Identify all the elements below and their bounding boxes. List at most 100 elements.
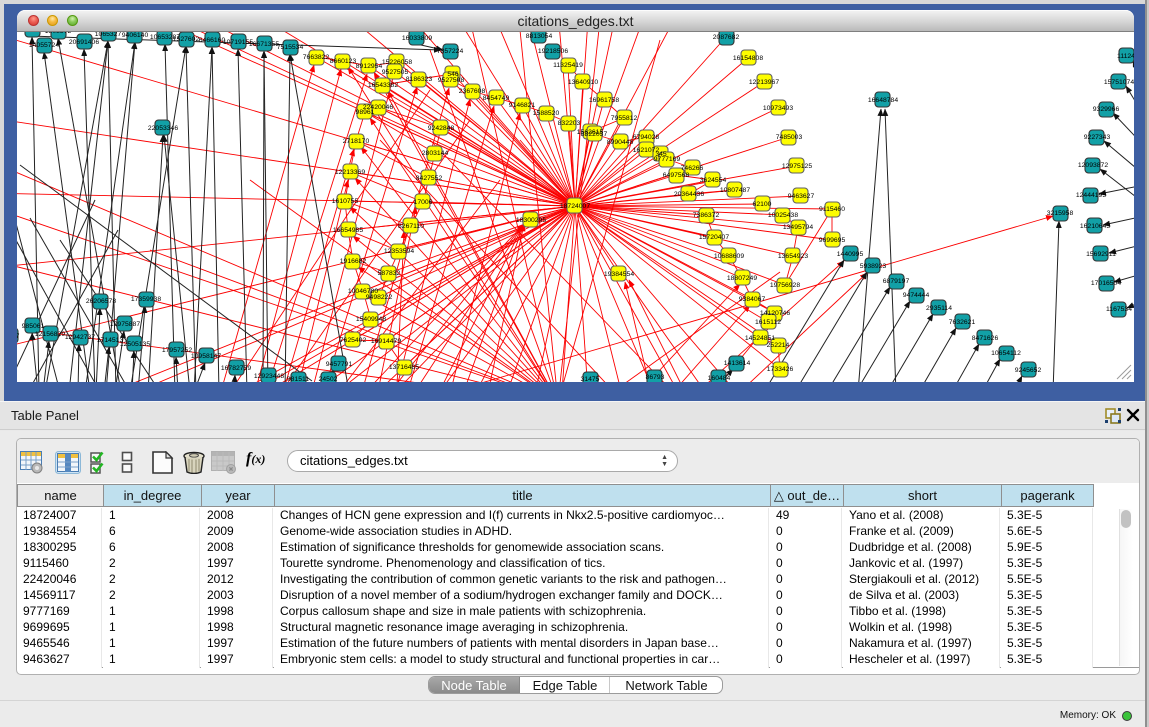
- svg-text:587832: 587832: [378, 270, 401, 277]
- svg-text:3624554: 3624554: [700, 177, 727, 184]
- svg-text:15692911: 15692911: [1086, 251, 1116, 258]
- svg-text:20364436: 20364436: [674, 191, 704, 198]
- svg-text:8990448: 8990448: [607, 139, 634, 146]
- svg-text:9463627: 9463627: [788, 193, 815, 200]
- svg-text:2087682: 2087682: [713, 34, 740, 41]
- svg-text:11124: 11124: [1117, 53, 1134, 60]
- svg-text:86793: 86793: [646, 374, 665, 381]
- svg-text:981511: 981511: [287, 376, 309, 382]
- svg-text:985061: 985061: [22, 323, 45, 330]
- svg-text:17006: 17006: [414, 199, 433, 206]
- svg-text:2803144: 2803144: [422, 150, 449, 157]
- svg-text:31475: 31475: [581, 376, 600, 382]
- svg-text:1916682: 1916682: [340, 258, 367, 265]
- svg-text:13640910: 13640910: [568, 79, 598, 86]
- svg-text:19384554: 19384554: [604, 271, 634, 278]
- svg-text:9777169: 9777169: [654, 156, 681, 163]
- svg-text:13495794: 13495794: [783, 224, 813, 231]
- svg-text:1610755: 1610755: [332, 198, 359, 205]
- svg-text:12923448: 12923448: [254, 373, 284, 380]
- svg-text:1065327: 1065327: [95, 32, 122, 38]
- svg-text:2367608: 2367608: [459, 88, 486, 95]
- svg-text:9498222: 9498222: [366, 294, 393, 301]
- svg-text:9329966: 9329966: [1093, 106, 1120, 113]
- svg-text:13716485: 13716485: [389, 364, 419, 371]
- svg-text:14055724: 14055724: [29, 42, 59, 49]
- svg-text:39107: 39107: [17, 333, 20, 340]
- svg-text:2404557: 2404557: [19, 32, 46, 34]
- svg-text:16654985: 16654985: [333, 227, 363, 234]
- svg-text:7632621: 7632621: [949, 319, 976, 326]
- svg-text:7857224: 7857224: [437, 48, 464, 55]
- svg-text:9245652: 9245652: [1015, 367, 1042, 374]
- svg-text:10688609: 10688609: [714, 253, 744, 260]
- svg-text:3215958: 3215958: [1047, 210, 1074, 217]
- svg-text:12444195: 12444195: [1076, 192, 1106, 199]
- svg-text:16210643: 16210643: [1080, 223, 1110, 230]
- svg-text:20691406: 20691406: [69, 39, 99, 46]
- svg-text:9146821: 9146821: [509, 102, 536, 109]
- svg-text:62100: 62100: [753, 201, 772, 208]
- svg-text:7485003: 7485003: [776, 134, 803, 141]
- svg-text:19218506: 19218506: [538, 48, 568, 55]
- svg-text:9527508: 9527508: [438, 77, 465, 84]
- svg-text:16033809: 16033809: [402, 35, 432, 42]
- svg-text:7955812: 7955812: [611, 115, 638, 122]
- svg-text:22053346: 22053346: [148, 125, 178, 132]
- svg-text:12975125: 12975125: [782, 163, 812, 170]
- svg-text:1167534: 1167534: [1106, 306, 1132, 313]
- svg-text:10973493: 10973493: [763, 105, 793, 112]
- svg-text:11325419: 11325419: [553, 62, 583, 69]
- svg-text:12942737: 12942737: [65, 334, 95, 341]
- svg-text:16648784: 16648784: [868, 97, 898, 104]
- svg-text:16154808: 16154808: [733, 55, 763, 62]
- svg-text:7386372: 7386372: [693, 212, 720, 219]
- svg-text:15751074: 15751074: [1104, 79, 1134, 86]
- svg-text:832203: 832203: [558, 120, 581, 127]
- svg-text:160484: 160484: [708, 375, 731, 382]
- svg-text:1588520: 1588520: [533, 110, 560, 117]
- svg-text:8427552: 8427552: [416, 175, 443, 182]
- svg-text:10025438: 10025438: [768, 212, 798, 219]
- svg-text:9699695: 9699695: [819, 237, 846, 244]
- svg-text:7663822: 7663822: [303, 54, 330, 61]
- svg-text:9474444: 9474444: [903, 292, 930, 299]
- svg-text:1413614: 1413614: [724, 360, 751, 367]
- svg-text:746266: 746266: [681, 165, 704, 172]
- svg-text:6466160: 6466160: [199, 37, 226, 44]
- svg-text:1527602: 1527602: [173, 36, 200, 43]
- svg-text:7625402: 7625402: [340, 337, 367, 344]
- svg-text:9457791: 9457791: [326, 361, 353, 368]
- svg-text:6794028: 6794028: [633, 134, 660, 141]
- svg-text:6879197: 6879197: [883, 278, 910, 285]
- svg-text:9227343: 9227343: [1084, 134, 1111, 141]
- svg-text:12093872: 12093872: [1078, 162, 1108, 169]
- svg-text:5938923: 5938923: [860, 263, 887, 270]
- svg-text:252214: 252214: [767, 342, 790, 349]
- svg-text:17016504: 17016504: [1091, 280, 1121, 287]
- svg-text:8267110: 8267110: [398, 223, 424, 230]
- svg-text:8660123: 8660123: [330, 58, 357, 65]
- svg-text:6497568: 6497568: [663, 172, 690, 179]
- svg-text:18300295: 18300295: [516, 217, 546, 224]
- svg-text:1733426: 1733426: [767, 366, 794, 373]
- svg-text:26206578: 26206578: [86, 298, 116, 305]
- svg-text:2718170: 2718170: [343, 138, 370, 145]
- svg-text:8186323: 8186323: [406, 76, 433, 83]
- svg-text:15720407: 15720407: [699, 234, 729, 241]
- svg-text:8813054: 8813054: [526, 33, 553, 40]
- svg-text:98961: 98961: [356, 109, 375, 116]
- svg-text:16543382: 16543382: [368, 82, 398, 89]
- svg-text:1805572: 1805572: [45, 32, 72, 35]
- svg-text:9115460: 9115460: [819, 206, 845, 213]
- svg-text:16914479: 16914479: [371, 338, 401, 345]
- svg-text:10807487: 10807487: [720, 187, 750, 194]
- svg-text:12353594: 12353594: [384, 248, 414, 255]
- svg-text:19756928: 19756928: [770, 282, 800, 289]
- svg-text:12213369: 12213369: [335, 169, 365, 176]
- svg-text:15409948: 15409948: [356, 316, 386, 323]
- svg-text:9527505: 9527505: [382, 69, 409, 76]
- svg-text:18724007: 18724007: [560, 203, 590, 210]
- svg-text:8912954: 8912954: [356, 63, 383, 70]
- svg-text:16961758: 16961758: [589, 97, 619, 104]
